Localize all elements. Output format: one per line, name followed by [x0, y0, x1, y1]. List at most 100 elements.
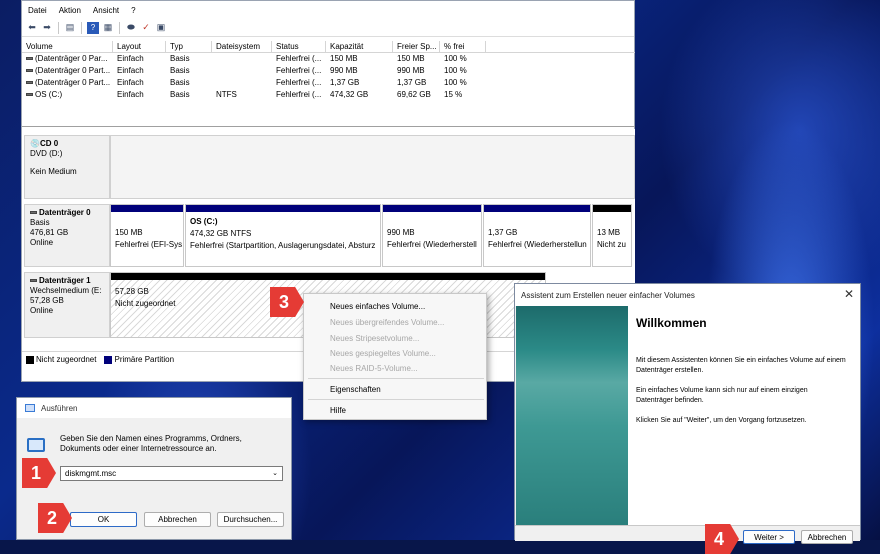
disk0-label[interactable]: Datenträger 0 Basis 476,81 GB Online — [24, 204, 110, 267]
wizard-title: Assistent zum Erstellen neuer einfacher … — [521, 290, 695, 300]
table-cell: 100 % — [444, 54, 467, 63]
browse-button[interactable]: Durchsuchen... — [217, 512, 284, 527]
table-cell: Fehlerfrei (... — [276, 90, 322, 99]
chevron-down-icon[interactable]: ⌄ — [272, 467, 278, 480]
partition-status: Fehlerfrei (Startpartition, Auslagerungs… — [190, 241, 376, 250]
back-arrow-icon[interactable]: ⬅ — [26, 22, 38, 34]
close-icon[interactable]: ✕ — [844, 287, 854, 301]
cd0-empty-area — [110, 135, 635, 199]
partition-recovery-1[interactable]: 990 MB Fehlerfrei (Wiederherstell — [382, 204, 482, 267]
table-row[interactable]: (Datenträger 0 Part... Einfach Basis Feh… — [22, 77, 635, 89]
cd0-label[interactable]: 💿CD 0 DVD (D:) Kein Medium — [24, 135, 110, 199]
menu-item-properties[interactable]: Eigenschaften — [330, 385, 381, 394]
next-button[interactable]: Weiter > — [743, 530, 795, 544]
menu-item-new-spanned-volume[interactable]: Neues übergreifendes Volume... — [330, 318, 444, 327]
legend-label: Primäre Partition — [114, 355, 175, 364]
menu-item-new-striped-volume[interactable]: Neues Stripesetvolume... — [330, 334, 419, 343]
disk1-title: Datenträger 1 — [30, 276, 104, 286]
partition-size: 150 MB — [115, 228, 143, 237]
volume-cell: (Datenträger 0 Par... — [22, 53, 113, 65]
disk-icon[interactable]: ⬬ — [125, 22, 137, 34]
cd0-status: Kein Medium — [30, 167, 77, 176]
menu-help[interactable]: ? — [125, 6, 141, 15]
table-cell: 1,37 GB — [397, 78, 427, 87]
legend-swatch — [104, 355, 113, 364]
volume-name: OS (C:) — [35, 90, 63, 99]
ok-button[interactable]: OK — [70, 512, 137, 527]
console-tree-icon[interactable]: ▤ — [64, 22, 76, 34]
partition-recovery-2[interactable]: 1,37 GB Fehlerfrei (Wiederherstellun — [483, 204, 591, 267]
disk0-name: Datenträger 0 — [39, 208, 91, 217]
partition-unallocated-small[interactable]: 13 MB Nicht zu — [592, 204, 632, 267]
disk1-label[interactable]: Datenträger 1 Wechselmedium (E: 57,28 GB… — [24, 272, 110, 338]
column-header[interactable]: % frei — [440, 41, 486, 52]
partition-title: OS (C:) — [190, 217, 218, 226]
menu-item-new-mirrored-volume[interactable]: Neues gespiegeltes Volume... — [330, 349, 436, 358]
table-cell: Fehlerfrei (... — [276, 78, 322, 87]
table-row[interactable]: (Datenträger 0 Part... Einfach Basis Feh… — [22, 65, 635, 77]
table-cell: 100 % — [444, 66, 467, 75]
forward-arrow-icon[interactable]: ➡ — [41, 22, 53, 34]
cd0-type: DVD (D:) — [30, 149, 63, 158]
wizard-cancel-button[interactable]: Abbrechen — [801, 530, 853, 544]
partition-size: 990 MB — [387, 228, 415, 237]
column-header[interactable]: Dateisystem — [212, 41, 272, 52]
partition-status: Fehlerfrei (Wiederherstell — [387, 240, 477, 249]
partition-efi[interactable]: 150 MB Fehlerfrei (EFI-Sys — [110, 204, 184, 267]
volume-cell: (Datenträger 0 Part... — [22, 65, 113, 77]
disk1-size: 57,28 GB — [30, 296, 64, 305]
table-row[interactable]: (Datenträger 0 Par... Einfach Basis Fehl… — [22, 53, 635, 65]
table-cell: Einfach — [117, 54, 144, 63]
menu-ansicht[interactable]: Ansicht — [87, 6, 125, 15]
column-header[interactable]: Status — [272, 41, 326, 52]
toolbar-divider — [81, 21, 82, 34]
volume-icon — [26, 69, 33, 73]
toolbar-divider — [119, 21, 120, 34]
run-open-input[interactable]: diskmgmt.msc ⌄ — [60, 466, 283, 481]
column-header[interactable]: Volume — [22, 41, 113, 52]
properties-icon[interactable]: ▦ — [102, 22, 114, 34]
view-icon[interactable]: ▣ — [155, 22, 167, 34]
help-icon[interactable]: ? — [87, 21, 99, 34]
partition-size: 1,37 GB — [488, 228, 518, 237]
table-cell — [212, 65, 272, 77]
wizard-text-2: Ein einfaches Volume kann sich nur auf e… — [636, 387, 808, 404]
table-row[interactable]: OS (C:) Einfach Basis NTFS Fehlerfrei (.… — [22, 89, 635, 101]
table-cell: 474,32 GB — [330, 90, 369, 99]
run-program-icon — [27, 438, 45, 452]
menu-item-new-simple-volume[interactable]: Neues einfaches Volume... — [330, 302, 425, 311]
table-cell: 100 % — [444, 78, 467, 87]
column-header[interactable]: Typ — [166, 41, 212, 52]
menu-item-new-raid5-volume[interactable]: Neues RAID-5-Volume... — [330, 364, 418, 373]
legend-swatch — [26, 355, 34, 364]
column-header[interactable]: Kapazität — [326, 41, 393, 52]
table-cell: Einfach — [117, 66, 144, 75]
disk0-title: Datenträger 0 — [30, 208, 104, 218]
table-cell: Fehlerfrei (... — [276, 54, 322, 63]
menu-datei[interactable]: Datei — [22, 6, 53, 15]
partition-os[interactable]: OS (C:) 474,32 GB NTFS Fehlerfrei (Start… — [185, 204, 381, 267]
wizard-side-banner — [516, 306, 628, 525]
column-header[interactable]: Freier Sp... — [393, 41, 440, 52]
legend-label: Nicht zugeordnet — [36, 355, 97, 364]
partition-bar — [186, 205, 380, 212]
menu-item-help[interactable]: Hilfe — [330, 406, 346, 415]
new-simple-volume-wizard: Assistent zum Erstellen neuer einfacher … — [514, 283, 861, 544]
column-header[interactable]: Layout — [113, 41, 166, 52]
volume-icon — [26, 93, 33, 97]
menu-aktion[interactable]: Aktion — [53, 6, 87, 15]
disk0-status: Online — [30, 238, 54, 247]
cancel-button[interactable]: Abbrechen — [144, 512, 211, 527]
disk1-type: Wechselmedium (E: — [30, 286, 102, 295]
volume-name: (Datenträger 0 Part... — [35, 66, 111, 75]
volume-name: (Datenträger 0 Part... — [35, 78, 111, 87]
partition-bar — [484, 205, 590, 212]
run-description: Geben Sie den Namen eines Programms, Ord… — [60, 434, 242, 453]
cd0-title: 💿CD 0 — [30, 139, 104, 149]
table-cell: Basis — [170, 78, 190, 87]
legend-unallocated: Nicht zugeordnet — [26, 355, 96, 364]
disk0-type: Basis — [30, 218, 50, 227]
cd-icon: 💿 — [30, 139, 40, 148]
run-icon — [25, 404, 35, 412]
check-icon[interactable]: ✓ — [140, 22, 152, 34]
